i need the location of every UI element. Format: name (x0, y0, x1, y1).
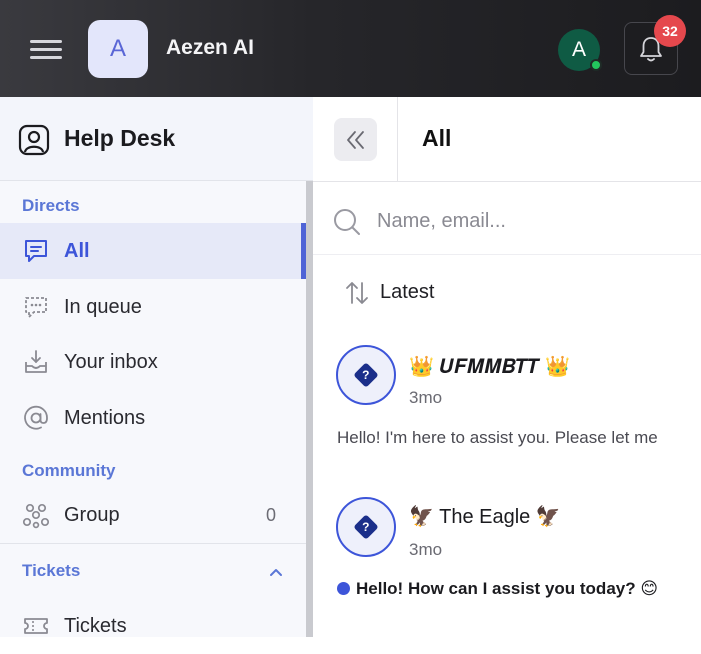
brand-logo[interactable]: A (88, 20, 148, 78)
conversation-item[interactable]: ? 🦅 The Eagle 🦅 3mo Hello! How can I ass… (313, 489, 701, 619)
sidebar-item-label: In queue (64, 296, 142, 318)
sidebar-item-label: Mentions (64, 407, 146, 429)
group-count: 0 (265, 505, 276, 525)
menu-icon[interactable] (30, 40, 62, 60)
sidebar-title: Help Desk (64, 125, 176, 151)
section-tickets[interactable]: Tickets (22, 561, 80, 581)
conversation-time: 3mo (409, 540, 443, 559)
sidebar-item-label: Tickets (64, 615, 127, 637)
at-sign-icon (24, 405, 48, 430)
sidebar-header: Help Desk (0, 97, 313, 181)
conversation-preview: Hello! I'm here to assist you. Please le… (337, 428, 658, 447)
user-initial: A (571, 38, 586, 61)
sidebar-item-label: Your inbox (64, 351, 158, 373)
contact-avatar: ? (336, 497, 396, 557)
chevron-up-icon[interactable] (266, 564, 286, 580)
unknown-glyph-icon: ? (353, 514, 379, 540)
unread-dot (337, 582, 350, 595)
brand-name: Aezen AI (166, 36, 254, 59)
page-title: All (422, 125, 452, 151)
help-desk-icon (18, 124, 50, 156)
search-bar (313, 183, 701, 255)
search-input[interactable] (377, 205, 687, 237)
sidebar: Help Desk Directs All In queue Your inbo… (0, 97, 313, 637)
conversation-time: 3mo (409, 388, 443, 407)
unknown-glyph-icon: ? (353, 362, 379, 388)
group-icon (22, 503, 50, 529)
sidebar-item-your-inbox[interactable]: Your inbox (0, 334, 306, 390)
double-chevron-left-icon (346, 130, 364, 149)
chat-list-icon (25, 240, 47, 262)
contact-name: 🦅 The Eagle 🦅 (409, 506, 561, 528)
sort-icon (346, 282, 368, 304)
conversation-preview-text: Hello! How can I assist you today? 😊 (356, 579, 659, 598)
conversation-preview: Hello! How can I assist you today? 😊 (337, 579, 658, 599)
conversation-list-panel: All Latest ? 👑 𝑼𝑭𝑴𝑴𝑩𝑻𝑻 👑 3mo Hello! I'm … (313, 97, 701, 637)
ticket-icon (24, 618, 48, 634)
queue-chat-icon (25, 297, 47, 318)
collapse-sidebar-button[interactable] (334, 118, 377, 161)
user-avatar[interactable]: A (558, 29, 602, 71)
sidebar-item-mentions[interactable]: Mentions (0, 390, 306, 446)
sidebar-item-group[interactable]: Group 0 (0, 487, 306, 543)
top-bar: A Aezen AI A 32 (0, 0, 701, 97)
sort-label: Latest (380, 281, 435, 303)
sidebar-item-tickets[interactable]: Tickets (0, 598, 306, 654)
search-icon (334, 209, 360, 235)
conversation-item[interactable]: ? 👑 𝑼𝑭𝑴𝑴𝑩𝑻𝑻 👑 3mo Hello! I'm here to ass… (313, 337, 701, 467)
inbox-icon (25, 350, 47, 373)
sidebar-item-all[interactable]: All (0, 223, 306, 279)
section-community: Community (22, 461, 116, 480)
notification-badge: 32 (654, 15, 686, 47)
online-status-dot (590, 59, 602, 71)
section-directs: Directs (22, 196, 80, 215)
contact-avatar: ? (336, 345, 396, 405)
contact-name: 👑 𝑼𝑭𝑴𝑴𝑩𝑻𝑻 👑 (409, 356, 570, 378)
main-header: All (313, 97, 701, 182)
header-separator (397, 97, 398, 182)
sidebar-divider (0, 543, 306, 544)
sidebar-scrollbar[interactable] (306, 181, 313, 637)
sidebar-item-in-queue[interactable]: In queue (0, 279, 306, 335)
sidebar-item-label: All (64, 240, 90, 262)
sidebar-item-label: Group (64, 504, 120, 526)
